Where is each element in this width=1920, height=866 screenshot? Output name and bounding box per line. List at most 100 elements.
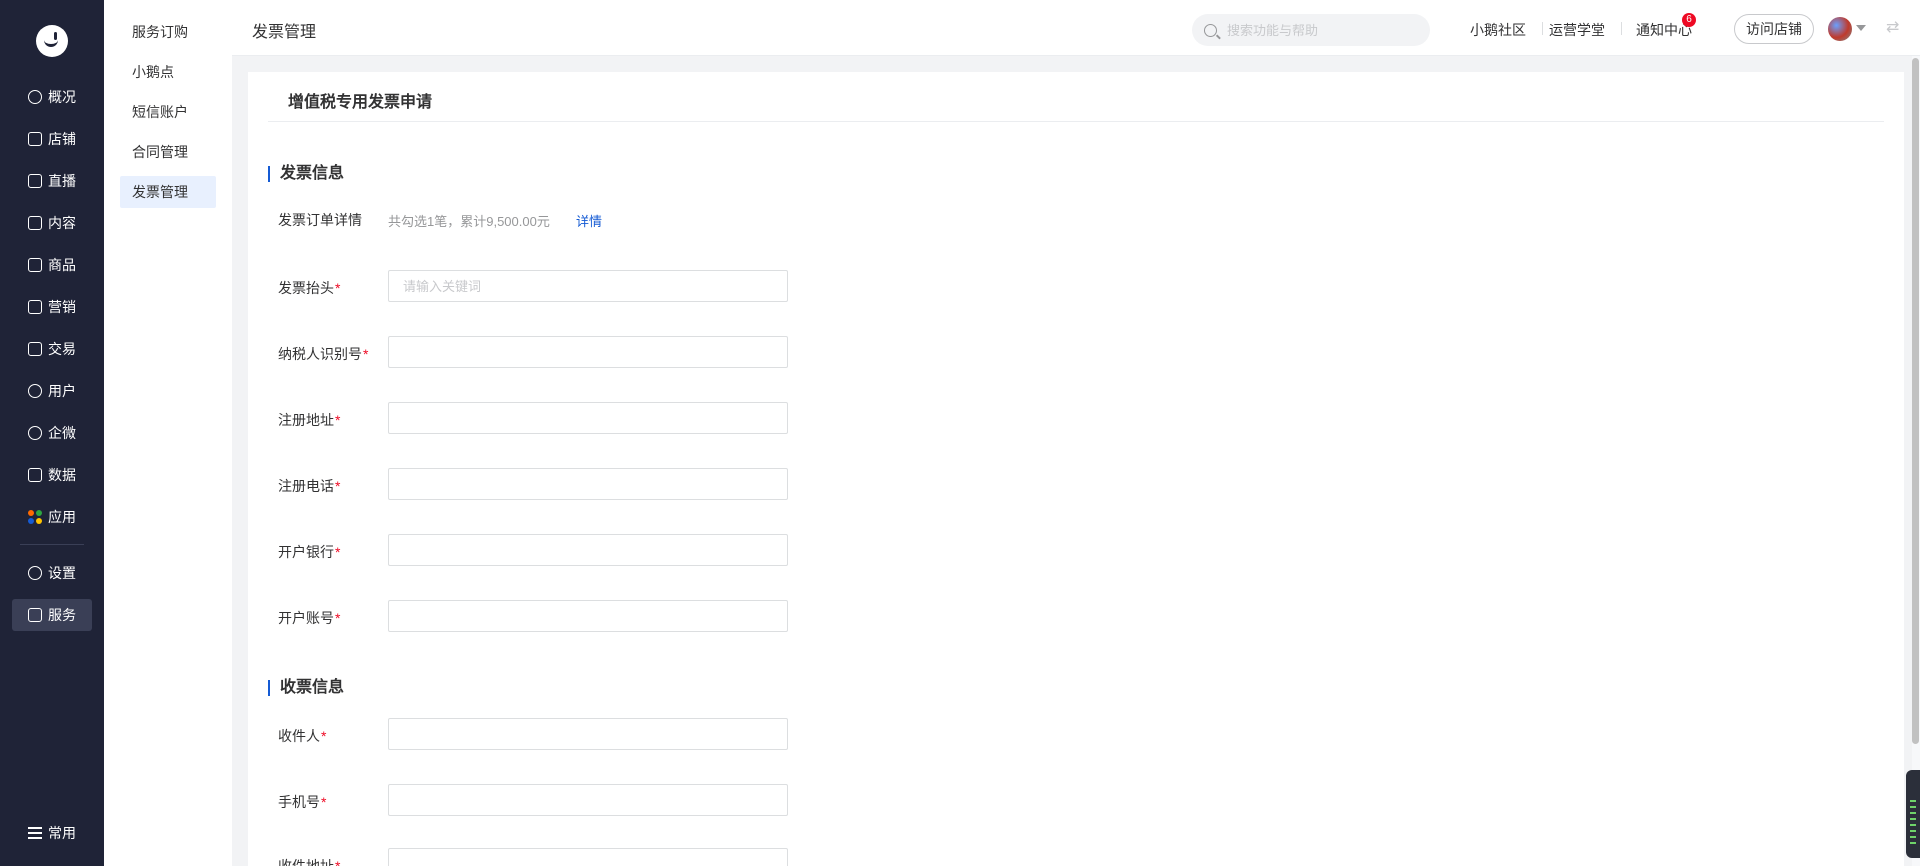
registered-phone-row: 注册电话*: [278, 468, 898, 500]
nav-item-store[interactable]: 店铺: [12, 123, 92, 155]
nav-item-label: 企微: [48, 425, 76, 441]
nav-item-label: 应用: [48, 509, 76, 525]
nav-item-user[interactable]: 用户: [12, 375, 92, 407]
nav-item-frequent[interactable]: 常用: [12, 817, 92, 849]
page-title: 发票管理: [252, 24, 317, 41]
taxpayer-id-input[interactable]: [388, 336, 788, 368]
gear-icon: [28, 566, 42, 580]
bank-name-row: 开户银行*: [278, 534, 898, 566]
nav-item-label: 服务: [48, 607, 76, 623]
apps-icon: [28, 510, 42, 524]
wecom-icon: [28, 426, 42, 440]
field-label: 收件人*: [278, 728, 327, 744]
nav-item-content[interactable]: 内容: [12, 207, 92, 239]
field-label: 手机号*: [278, 794, 327, 810]
order-detail-link[interactable]: 详情: [576, 211, 602, 230]
user-icon: [28, 384, 42, 398]
search-box[interactable]: [1192, 14, 1430, 46]
registered-address-input[interactable]: [388, 402, 788, 434]
megaphone-icon: [28, 300, 42, 314]
subnav-item-contracts[interactable]: 合同管理: [120, 136, 216, 168]
invoice-title-input[interactable]: [388, 270, 788, 302]
list-icon: [28, 826, 42, 840]
bank-account-input[interactable]: [388, 600, 788, 632]
nav-item-data[interactable]: 数据: [12, 459, 92, 491]
link-separator: [1621, 22, 1622, 35]
floating-side-widget[interactable]: [1906, 770, 1920, 858]
nav-item-product[interactable]: 商品: [12, 249, 92, 281]
card-header: 增值税专用发票申请: [268, 72, 1884, 122]
recipient-address-input[interactable]: [388, 848, 788, 866]
notification-badge: 6: [1682, 13, 1696, 27]
invoice-title-row: 发票抬头*: [278, 270, 898, 302]
nav-item-trade[interactable]: 交易: [12, 333, 92, 365]
chevron-down-icon[interactable]: [1856, 25, 1866, 31]
scrollbar-thumb[interactable]: [1912, 58, 1919, 744]
nav-item-apps[interactable]: 应用: [12, 501, 92, 533]
nav-item-label: 概况: [48, 89, 76, 105]
nav-item-label: 内容: [48, 215, 76, 231]
subnav-item-service-order[interactable]: 服务订购: [120, 16, 216, 48]
brand-logo[interactable]: [36, 25, 68, 57]
store-icon: [28, 132, 42, 146]
recipient-input[interactable]: [388, 718, 788, 750]
pie-chart-icon: [28, 90, 42, 104]
nav-item-label: 设置: [48, 565, 76, 581]
section-title-receive: 收票信息: [268, 680, 344, 696]
nav-item-label: 交易: [48, 341, 76, 357]
visit-store-button[interactable]: 访问店铺: [1734, 14, 1814, 44]
community-link[interactable]: 小鹅社区: [1470, 20, 1526, 40]
search-icon: [1204, 23, 1217, 37]
service-icon: [28, 608, 42, 622]
nav-item-marketing[interactable]: 营销: [12, 291, 92, 323]
academy-link[interactable]: 运营学堂: [1549, 20, 1605, 40]
order-detail-row: 发票订单详情 共勾选1笔，累计9,500.00元 详情: [278, 202, 898, 234]
registered-address-row: 注册地址*: [278, 402, 898, 434]
nav-item-label: 用户: [48, 383, 76, 399]
subnav-item-points[interactable]: 小鹅点: [120, 56, 216, 88]
field-label: 注册地址*: [278, 412, 341, 428]
bank-name-input[interactable]: [388, 534, 788, 566]
top-header: 发票管理 小鹅社区 运营学堂 通知中心 6 访问店铺 ⇄: [232, 0, 1920, 56]
nav-divider: [20, 544, 84, 545]
field-label: 注册电话*: [278, 478, 341, 494]
taxpayer-id-row: 纳税人识别号*: [278, 336, 898, 368]
field-label: 开户账号*: [278, 610, 341, 626]
document-icon: [28, 216, 42, 230]
registered-phone-input[interactable]: [388, 468, 788, 500]
secondary-nav: 服务订购 小鹅点 短信账户 合同管理 发票管理: [104, 0, 232, 866]
nav-item-label: 店铺: [48, 131, 76, 147]
nav-item-overview[interactable]: 概况: [12, 81, 92, 113]
recipient-row: 收件人*: [278, 718, 898, 750]
recipient-address-row: 收件地址*: [278, 848, 898, 866]
nav-item-settings[interactable]: 设置: [12, 557, 92, 589]
nav-item-label: 常用: [48, 825, 76, 841]
bank-account-row: 开户账号*: [278, 600, 898, 632]
search-input[interactable]: [1227, 22, 1417, 38]
invoice-form-card: 增值税专用发票申请 发票信息 发票订单详情 共勾选1笔，累计9,500.00元 …: [248, 72, 1904, 866]
subnav-item-invoices[interactable]: 发票管理: [120, 176, 216, 208]
main-nav: 概况 店铺 直播 内容 商品 营销 交易 用户 企微 数据 应用 设置 服务 常…: [0, 0, 104, 866]
field-label: 开户银行*: [278, 544, 341, 560]
field-label: 纳税人识别号*: [278, 346, 369, 362]
order-detail-summary: 共勾选1笔，累计9,500.00元: [388, 214, 550, 229]
nav-item-service[interactable]: 服务: [12, 599, 92, 631]
link-separator: [1542, 22, 1543, 35]
product-icon: [28, 258, 42, 272]
section-title-invoice: 发票信息: [268, 166, 344, 182]
phone-input[interactable]: [388, 784, 788, 816]
avatar[interactable]: [1828, 17, 1852, 41]
field-label: 收件地址*: [278, 858, 341, 866]
trade-icon: [28, 342, 42, 356]
data-icon: [28, 468, 42, 482]
nav-item-wecom[interactable]: 企微: [12, 417, 92, 449]
card-title: 增值税专用发票申请: [288, 94, 433, 111]
nav-item-label: 数据: [48, 467, 76, 483]
live-icon: [28, 174, 42, 188]
switch-icon[interactable]: ⇄: [1886, 20, 1902, 36]
nav-item-label: 直播: [48, 173, 76, 189]
nav-item-label: 营销: [48, 299, 76, 315]
subnav-item-sms-account[interactable]: 短信账户: [120, 96, 216, 128]
phone-row: 手机号*: [278, 784, 898, 816]
nav-item-live[interactable]: 直播: [12, 165, 92, 197]
